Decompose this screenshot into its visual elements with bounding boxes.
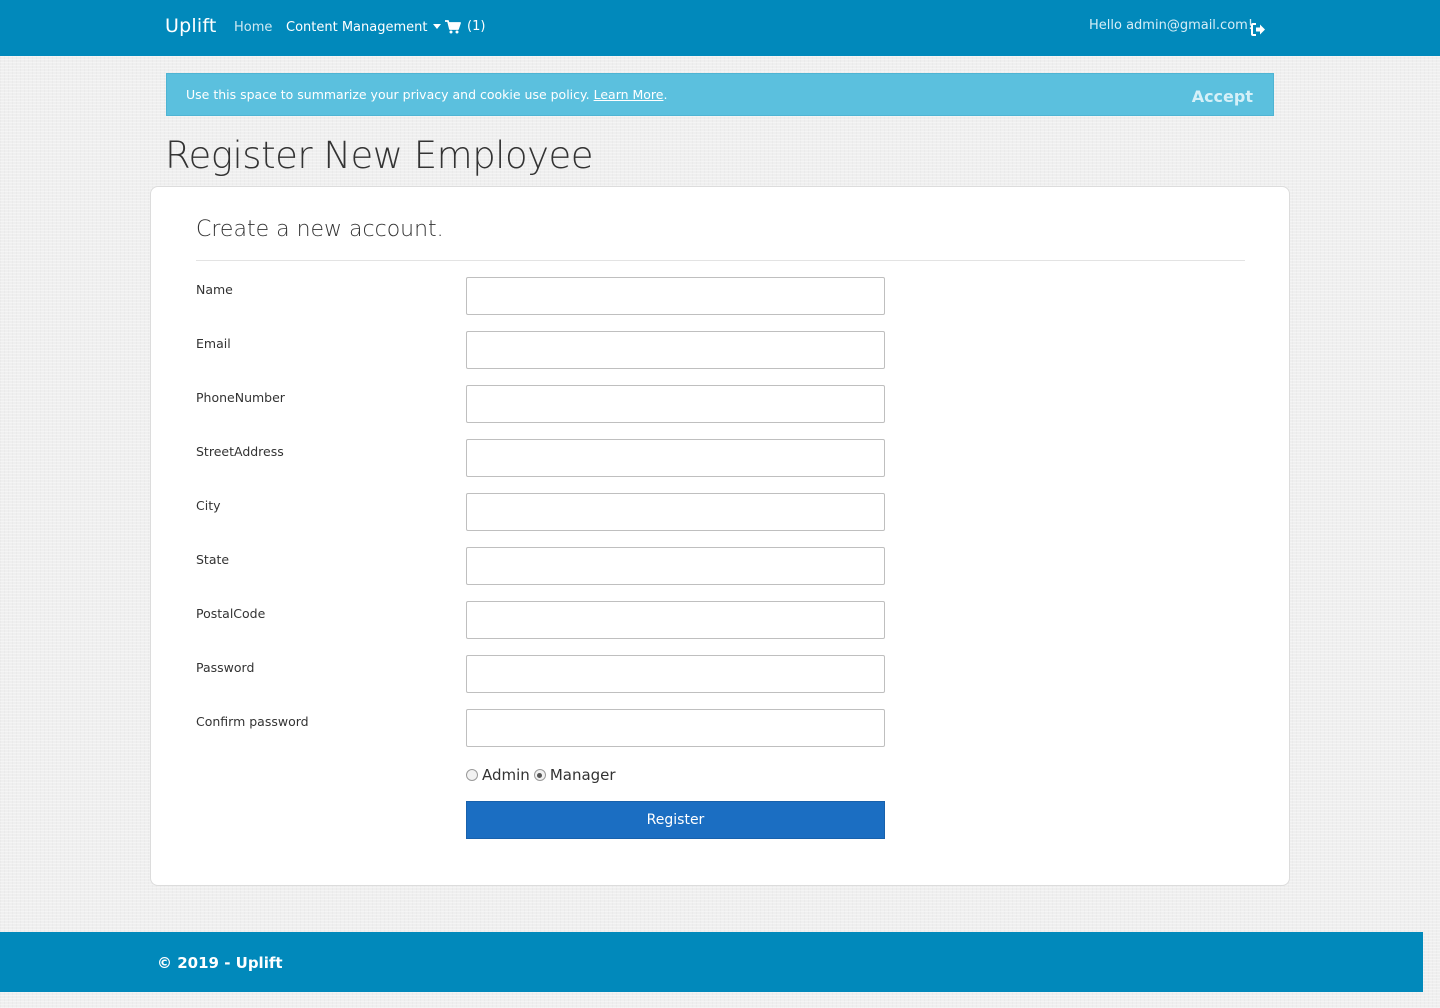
cart-count: (1) [467, 19, 486, 34]
phone-number-input[interactable] [466, 385, 885, 423]
cookie-policy-text: Use this space to summarize your privacy… [186, 87, 667, 102]
sign-out-icon [1251, 23, 1265, 36]
postal-code-input[interactable] [466, 601, 885, 639]
footer: © 2019 - Uplift [0, 932, 1423, 992]
postal-code-label: PostalCode [196, 606, 266, 621]
footer-copyright: © 2019 - Uplift [157, 954, 283, 972]
logout-button[interactable] [1251, 21, 1266, 40]
state-label: State [196, 552, 230, 567]
name-input[interactable] [466, 277, 885, 315]
cookie-consent-banner: Use this space to summarize your privacy… [166, 73, 1274, 116]
manager-radio-label[interactable]: Manager [550, 766, 616, 784]
password-label: Password [196, 660, 255, 675]
phone-number-label: PhoneNumber [196, 390, 285, 405]
role-radio-group: Admin Manager [466, 766, 620, 784]
nav-cart-link[interactable]: (1) [445, 19, 485, 34]
city-input[interactable] [466, 493, 885, 531]
cookie-policy-message: Use this space to summarize your privacy… [186, 87, 590, 102]
password-input[interactable] [466, 655, 885, 693]
top-navbar: Uplift Home Content Management (1) Hello… [0, 0, 1440, 56]
caret-down-icon [433, 24, 442, 29]
page-title: Register New Employee [165, 134, 594, 177]
nav-home-link[interactable]: Home [234, 20, 272, 35]
email-input[interactable] [466, 331, 885, 369]
divider [196, 260, 1245, 261]
confirm-password-input[interactable] [466, 709, 885, 747]
street-address-input[interactable] [466, 439, 885, 477]
cart-icon [445, 19, 461, 33]
user-greeting-link[interactable]: Hello admin@gmail.com! [1089, 18, 1253, 33]
name-label: Name [196, 282, 233, 297]
accept-cookies-button[interactable]: Accept [1192, 87, 1253, 106]
manager-radio[interactable] [533, 769, 546, 781]
brand-link[interactable]: Uplift [165, 15, 217, 37]
learn-more-link[interactable]: Learn More [594, 87, 664, 102]
admin-radio[interactable] [466, 769, 478, 781]
city-label: City [196, 498, 221, 513]
register-form-card: Create a new account. Name Email PhoneNu… [150, 186, 1290, 886]
register-button[interactable]: Register [466, 801, 885, 839]
nav-content-management-label: Content Management [286, 20, 428, 35]
nav-content-management-dropdown[interactable]: Content Management [286, 20, 442, 35]
admin-radio-label[interactable]: Admin [482, 766, 530, 784]
cookie-period: . [663, 87, 668, 102]
form-subtitle: Create a new account. [196, 217, 444, 242]
email-label: Email [196, 336, 231, 351]
state-input[interactable] [466, 547, 885, 585]
street-address-label: StreetAddress [196, 444, 284, 459]
confirm-password-label: Confirm password [196, 714, 309, 729]
